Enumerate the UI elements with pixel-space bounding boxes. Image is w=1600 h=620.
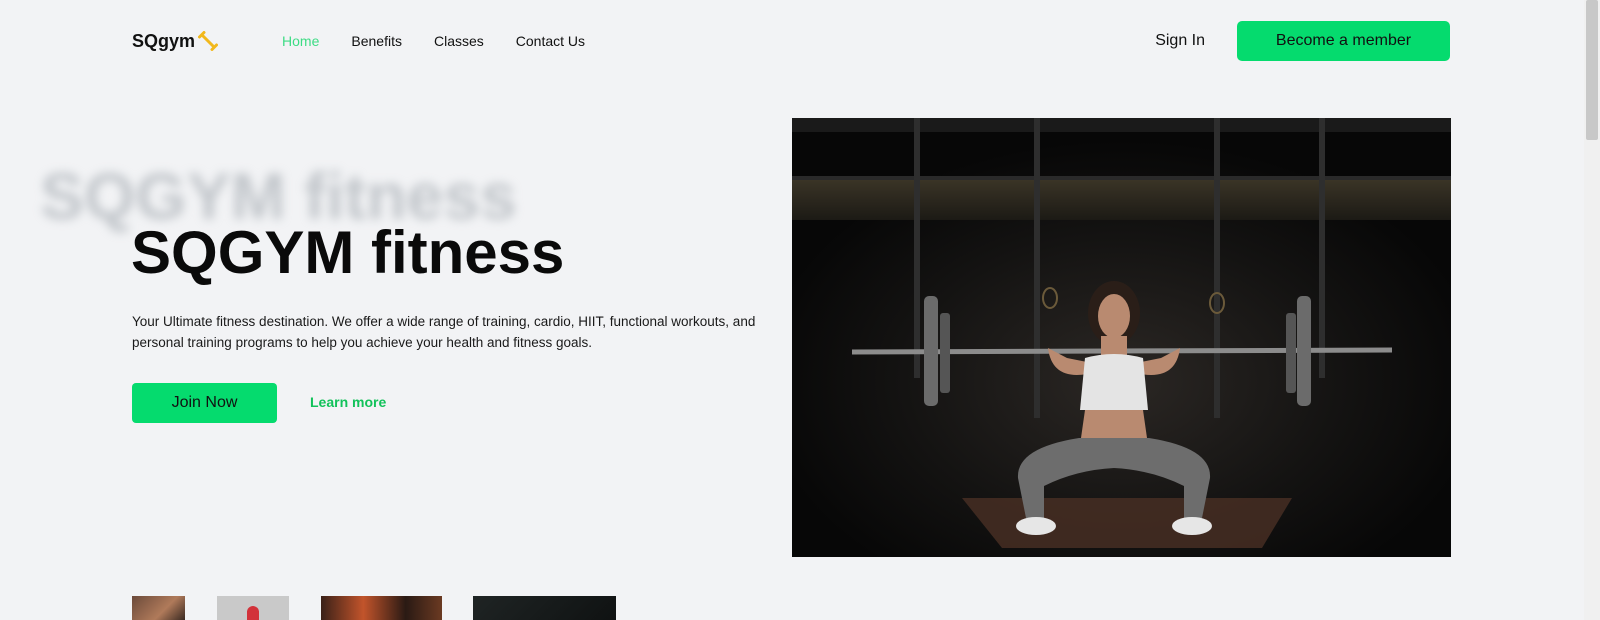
main-nav: Home Benefits Classes Contact Us bbox=[282, 33, 585, 49]
site-header: SQgym Home Benefits Classes Contact Us S… bbox=[132, 21, 1450, 61]
thumbnail-image-2-detail bbox=[247, 606, 259, 620]
page-scrollbar[interactable] bbox=[1584, 0, 1600, 620]
sign-in-link[interactable]: Sign In bbox=[1155, 32, 1205, 50]
hero-title: SQGYM fitness bbox=[131, 219, 565, 286]
join-now-button[interactable]: Join Now bbox=[132, 383, 277, 423]
thumbnail-image-2[interactable] bbox=[217, 596, 289, 620]
header-actions: Sign In Become a member bbox=[1155, 21, 1450, 61]
nav-classes[interactable]: Classes bbox=[434, 33, 484, 49]
nav-contact-us[interactable]: Contact Us bbox=[516, 33, 585, 49]
become-member-button[interactable]: Become a member bbox=[1237, 21, 1450, 61]
landing-page: SQgym Home Benefits Classes Contact Us S… bbox=[0, 0, 1600, 620]
hero-image-weightlifter bbox=[792, 118, 1451, 557]
thumbnail-image-3[interactable] bbox=[321, 596, 442, 620]
learn-more-link[interactable]: Learn more bbox=[310, 394, 386, 410]
nav-home[interactable]: Home bbox=[282, 33, 319, 49]
thumbnail-image-4[interactable] bbox=[473, 596, 616, 620]
scrollbar-thumb[interactable] bbox=[1586, 0, 1598, 140]
nav-benefits[interactable]: Benefits bbox=[351, 33, 402, 49]
thumbnail-image-1[interactable] bbox=[132, 596, 185, 620]
hero-description: Your Ultimate fitness destination. We of… bbox=[132, 314, 756, 350]
dumbbell-icon bbox=[198, 31, 219, 51]
site-logo[interactable]: SQgym bbox=[132, 30, 219, 52]
logo-text: SQgym bbox=[132, 30, 196, 51]
